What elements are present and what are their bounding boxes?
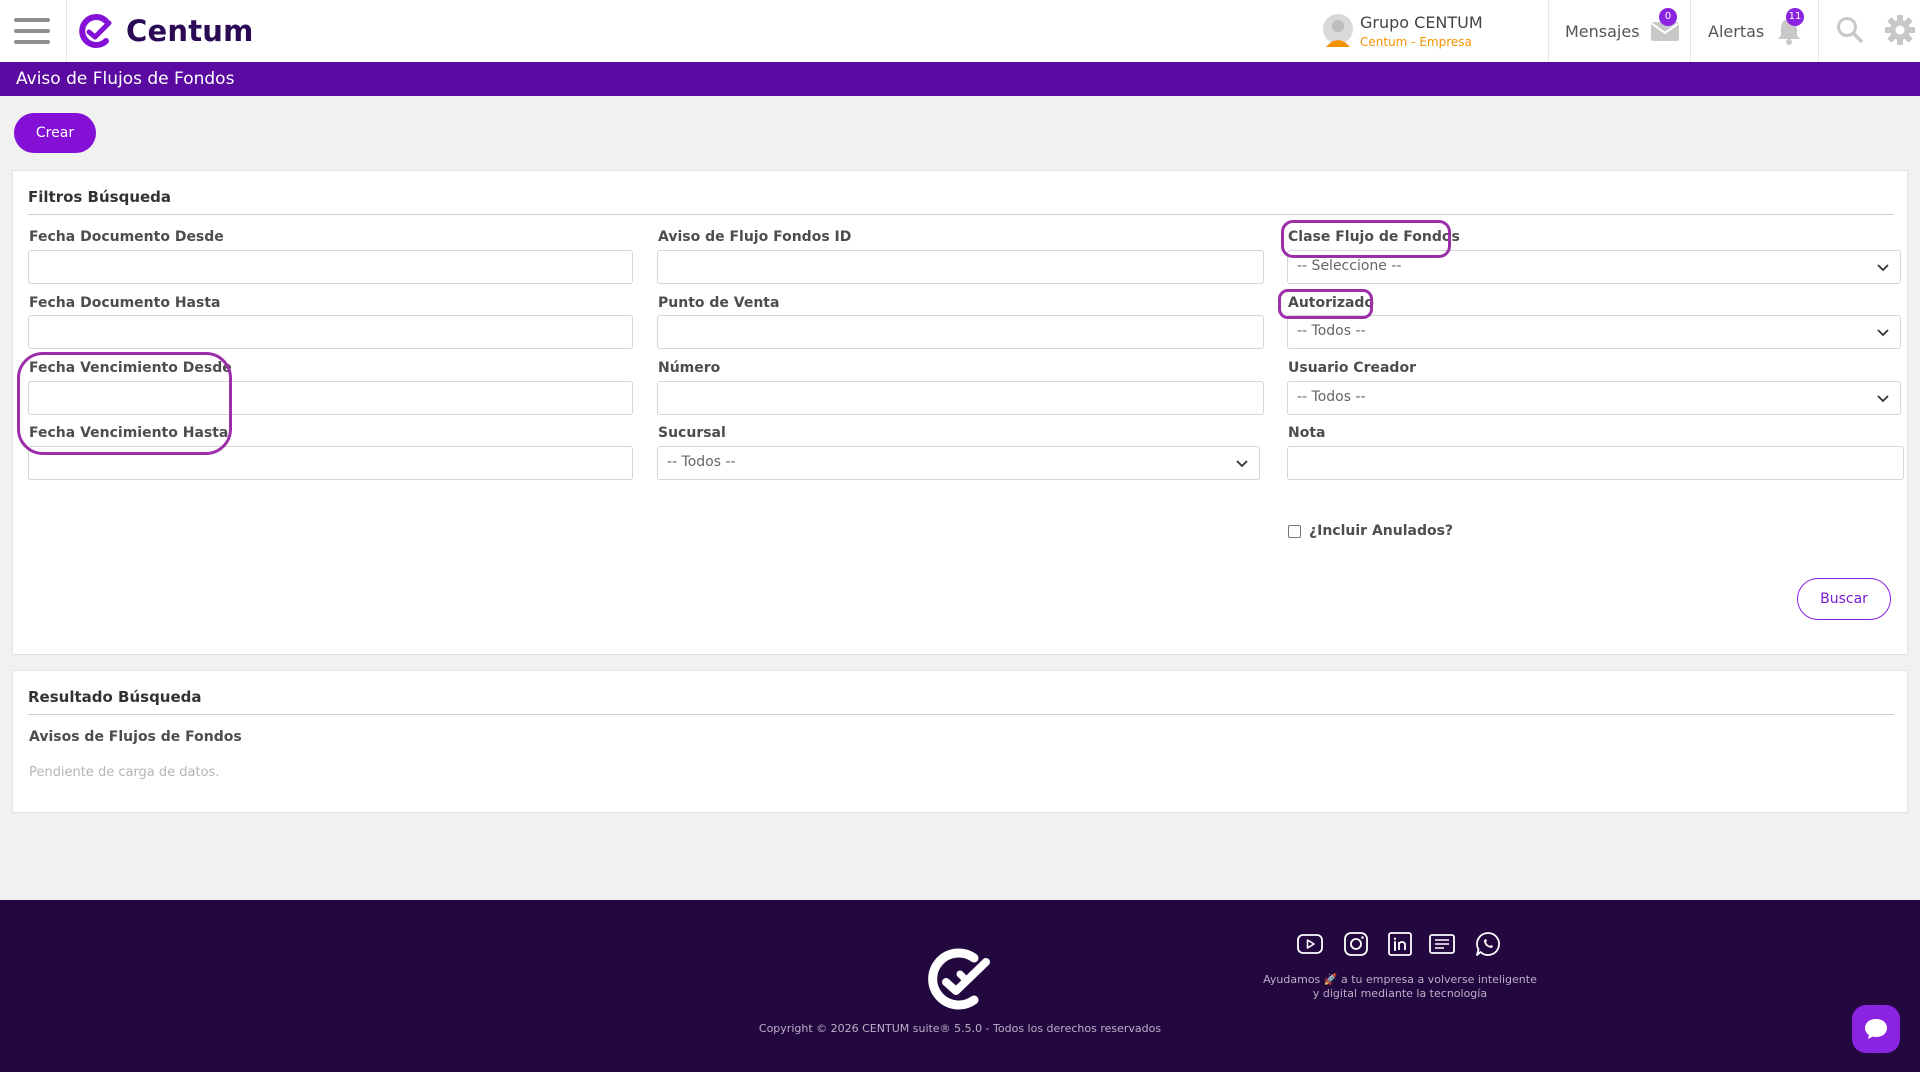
numero-label: Número	[658, 360, 721, 376]
create-button[interactable]: Crear	[14, 113, 96, 153]
messages-button[interactable]: Mensajes 0	[1565, 8, 1680, 52]
avatar	[1322, 13, 1354, 49]
fecha-doc-desde-label: Fecha Documento Desde	[29, 229, 224, 245]
results-subtitle: Avisos de Flujos de Fondos	[29, 729, 242, 745]
top-header: Centum Grupo CENTUM Centum - Empresa Men…	[0, 0, 1920, 62]
page-title-bar: Aviso de Flujos de Fondos	[0, 62, 1920, 96]
whatsapp-icon[interactable]	[1474, 930, 1502, 958]
centum-logo-icon	[79, 14, 112, 48]
linkedin-icon[interactable]	[1386, 930, 1414, 958]
footer-tagline: Ayudamos 🚀 a tu empresa a volverse intel…	[1240, 973, 1560, 987]
clase-flujo-value: -- Seleccione --	[1297, 258, 1402, 274]
usuario-creador-value: -- Todos --	[1297, 389, 1366, 405]
user-menu[interactable]: Grupo CENTUM Centum - Empresa	[1322, 10, 1483, 52]
youtube-icon[interactable]	[1296, 930, 1324, 958]
logo[interactable]: Centum	[76, 10, 254, 52]
messages-badge: 0	[1659, 8, 1677, 26]
header-divider	[1548, 0, 1549, 62]
chevron-down-icon	[1236, 460, 1248, 468]
fecha-venc-desde-input[interactable]	[28, 381, 633, 415]
page-title: Aviso de Flujos de Fondos	[16, 69, 235, 89]
autorizado-value: -- Todos --	[1297, 323, 1366, 339]
user-name: Grupo CENTUM	[1360, 13, 1483, 32]
tagline-part1: Ayudamos	[1263, 973, 1321, 986]
results-title: Resultado Búsqueda	[28, 688, 202, 706]
fecha-doc-desde-input[interactable]	[28, 250, 633, 284]
alerts-button[interactable]: Alertas 11	[1708, 8, 1804, 52]
fecha-doc-hasta-input[interactable]	[28, 315, 633, 349]
search-button[interactable]: Buscar	[1797, 578, 1891, 620]
header-divider	[1818, 0, 1819, 62]
centum-footer-logo-icon	[928, 948, 990, 1010]
tagline-part2: a tu empresa a volverse inteligente	[1341, 973, 1537, 986]
fecha-venc-desde-label: Fecha Vencimiento Desde	[29, 360, 232, 376]
alerts-label: Alertas	[1708, 21, 1765, 41]
sucursal-select[interactable]: -- Todos --	[657, 446, 1260, 480]
messages-label: Mensajes	[1565, 21, 1640, 41]
search-icon[interactable]	[1836, 16, 1864, 44]
logo-text: Centum	[126, 14, 254, 48]
punto-venta-label: Punto de Venta	[658, 295, 780, 311]
alerts-badge: 11	[1786, 8, 1804, 26]
numero-input[interactable]	[657, 381, 1264, 415]
instagram-icon[interactable]	[1342, 930, 1370, 958]
clase-flujo-select[interactable]: -- Seleccione --	[1287, 250, 1901, 284]
chat-bubble-icon	[1865, 1019, 1887, 1039]
filters-title: Filtros Búsqueda	[28, 188, 172, 206]
footer: Ayudamos 🚀 a tu empresa a volverse intel…	[0, 900, 1920, 1072]
fecha-venc-hasta-label: Fecha Vencimiento Hasta	[29, 425, 229, 441]
news-icon[interactable]	[1428, 930, 1456, 958]
usuario-creador-select[interactable]: -- Todos --	[1287, 381, 1901, 415]
header-divider	[1690, 0, 1691, 62]
filters-panel: Filtros Búsqueda Fecha Documento Desde F…	[12, 170, 1908, 655]
footer-tagline-line2: y digital mediante la tecnología	[1312, 987, 1488, 1000]
fecha-doc-hasta-label: Fecha Documento Hasta	[29, 295, 221, 311]
footer-copyright: Copyright © 2026 CENTUM suite® 5.5.0 - T…	[758, 1022, 1162, 1035]
results-empty-text: Pendiente de carga de datos.	[29, 765, 220, 780]
chevron-down-icon	[1877, 329, 1889, 337]
filters-divider	[28, 214, 1894, 215]
chevron-down-icon	[1877, 395, 1889, 403]
aviso-id-input[interactable]	[657, 250, 1264, 284]
aviso-id-label: Aviso de Flujo Fondos ID	[658, 229, 852, 245]
rocket-icon: 🚀	[1323, 973, 1338, 986]
nota-input[interactable]	[1287, 446, 1904, 480]
fecha-venc-hasta-input[interactable]	[28, 446, 633, 480]
header-divider	[66, 0, 67, 62]
punto-venta-input[interactable]	[657, 315, 1264, 349]
results-panel: Resultado Búsqueda Avisos de Flujos de F…	[12, 670, 1908, 813]
chevron-down-icon	[1877, 264, 1889, 272]
autorizado-label: Autorizado	[1288, 295, 1375, 311]
user-company: Centum - Empresa	[1360, 35, 1472, 49]
sucursal-label: Sucursal	[658, 425, 726, 441]
incluir-anulados-checkbox[interactable]	[1288, 525, 1301, 538]
sucursal-value: -- Todos --	[667, 454, 736, 470]
nota-label: Nota	[1288, 425, 1326, 441]
incluir-anulados-label: ¿Incluir Anulados?	[1309, 523, 1454, 539]
autorizado-select[interactable]: -- Todos --	[1287, 315, 1901, 349]
results-divider	[28, 714, 1894, 715]
clase-flujo-label: Clase Flujo de Fondos	[1288, 229, 1460, 245]
menu-icon[interactable]	[14, 18, 50, 44]
chat-button[interactable]	[1852, 1005, 1900, 1053]
usuario-creador-label: Usuario Creador	[1288, 360, 1416, 376]
gear-icon[interactable]	[1884, 14, 1916, 46]
